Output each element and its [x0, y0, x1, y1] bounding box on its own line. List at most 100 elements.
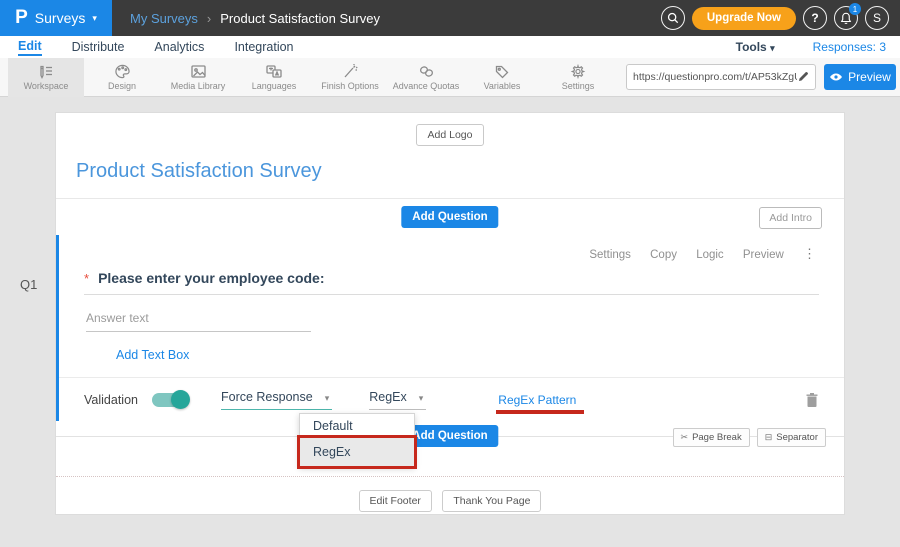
workspace-icon — [37, 64, 55, 79]
add-text-box-link[interactable]: Add Text Box — [116, 348, 844, 362]
question-copy-link[interactable]: Copy — [650, 249, 677, 261]
eye-icon — [829, 72, 843, 82]
validation-toggle[interactable] — [152, 393, 188, 407]
breadcrumb-current-survey: Product Satisfaction Survey — [220, 11, 380, 26]
validation-label: Validation — [84, 393, 138, 407]
survey-canvas: Add Logo Product Satisfaction Survey Add… — [0, 97, 900, 515]
page-break-icon: ✂ — [681, 432, 689, 443]
toolbar-label: Languages — [252, 81, 297, 91]
toolbar-item-design[interactable]: Design — [84, 58, 160, 97]
preview-button[interactable]: Preview — [824, 64, 896, 90]
validation-type-value: RegEx — [369, 390, 407, 404]
nav-right: Tools ▾ Responses: 3 — [736, 40, 886, 54]
search-button[interactable] — [661, 6, 685, 30]
question-text-underline — [84, 294, 819, 295]
account-avatar[interactable]: S — [865, 6, 889, 30]
breadcrumb: My Surveys › Product Satisfaction Survey — [130, 11, 380, 26]
survey-url-value: https://questionpro.com/t/AP53kZgUI — [633, 71, 797, 83]
notification-badge: 1 — [849, 3, 861, 15]
toolbar-label: Variables — [484, 81, 521, 91]
toolbar-item-workspace[interactable]: Workspace — [8, 58, 84, 97]
top-bar: P Surveys ▾ My Surveys › Product Satisfa… — [0, 0, 900, 36]
footer-row: Edit Footer Thank You Page — [56, 490, 844, 512]
question-logic-link[interactable]: Logic — [696, 249, 724, 261]
search-icon — [667, 12, 679, 24]
tools-dropdown[interactable]: Tools ▾ — [736, 40, 775, 54]
question-preview-link[interactable]: Preview — [743, 249, 784, 261]
separator-button[interactable]: ⊟ Separator — [757, 428, 826, 447]
answer-text-input[interactable]: Answer text — [86, 311, 311, 332]
question-number: Q1 — [20, 277, 37, 292]
questionpro-logo-icon: P — [15, 7, 28, 29]
add-question-row: Add Question ✂ Page Break ⊟ Separator — [56, 421, 844, 467]
intro-row: Add Question Add Intro — [56, 199, 844, 235]
menu-option-regex[interactable]: RegEx — [300, 438, 414, 466]
toolbar-item-advance-quotas[interactable]: Advance Quotas — [388, 58, 464, 97]
survey-title[interactable]: Product Satisfaction Survey — [76, 160, 844, 183]
force-response-dropdown[interactable]: Force Response ▾ — [221, 390, 332, 410]
question-text[interactable]: Please enter your employee code: — [98, 270, 324, 286]
validation-type-menu: Default RegEx — [299, 413, 415, 467]
responses-count-link[interactable]: Responses: 3 — [813, 40, 886, 54]
tools-label: Tools — [736, 40, 767, 54]
question-block-q1: Q1 Settings Copy Logic Preview ⋮ * Pleas… — [56, 235, 844, 421]
help-button[interactable]: ? — [803, 6, 827, 30]
design-palette-icon — [114, 64, 131, 79]
regex-pattern-link[interactable]: RegEx Pattern — [498, 393, 576, 407]
chevron-down-icon: ▾ — [770, 43, 775, 53]
question-actions: Settings Copy Logic Preview ⋮ — [59, 235, 844, 262]
toggle-knob — [171, 390, 190, 409]
page-break-button[interactable]: ✂ Page Break — [673, 428, 750, 447]
languages-translate-icon — [265, 64, 283, 79]
page-tools: ✂ Page Break ⊟ Separator — [673, 428, 826, 447]
validation-row: Validation Force Response ▾ RegEx ▾ RegE… — [59, 378, 844, 421]
separator-icon: ⊟ — [765, 432, 773, 443]
chain-links-icon — [418, 64, 435, 79]
toolbar-item-settings[interactable]: Settings — [540, 58, 616, 97]
kebab-menu-icon[interactable]: ⋮ — [803, 246, 816, 261]
topbar-actions: Upgrade Now ? 1 S — [661, 6, 900, 30]
page-break-label: Page Break — [692, 432, 742, 443]
edit-footer-button[interactable]: Edit Footer — [359, 490, 432, 512]
add-question-button-bottom[interactable]: Add Question — [401, 425, 498, 447]
editor-toolbar: Workspace Design Media Library Languages… — [0, 58, 900, 97]
toolbar-label: Settings — [562, 81, 595, 91]
question-settings-link[interactable]: Settings — [589, 249, 631, 261]
toolbar-label: Workspace — [24, 81, 69, 91]
chevron-down-icon: ▾ — [325, 393, 330, 404]
tab-integration[interactable]: Integration — [234, 40, 293, 54]
help-icon: ? — [811, 11, 818, 25]
gear-icon — [570, 64, 586, 79]
toolbar-item-languages[interactable]: Languages — [236, 58, 312, 97]
delete-question-button[interactable] — [805, 392, 819, 408]
add-intro-button[interactable]: Add Intro — [759, 207, 822, 229]
breadcrumb-separator: › — [207, 11, 211, 26]
breadcrumb-my-surveys[interactable]: My Surveys — [130, 11, 198, 26]
notifications-button[interactable]: 1 — [834, 6, 858, 30]
add-question-button-top[interactable]: Add Question — [401, 206, 498, 228]
toolbar-label: Finish Options — [321, 81, 379, 91]
secondary-nav: Edit Distribute Analytics Integration To… — [0, 36, 900, 58]
required-asterisk: * — [84, 271, 89, 286]
nav-tabs: Edit Distribute Analytics Integration — [18, 39, 294, 56]
toolbar-item-variables[interactable]: Variables — [464, 58, 540, 97]
force-response-value: Force Response — [221, 390, 313, 404]
product-menu[interactable]: P Surveys ▾ — [0, 0, 112, 36]
chevron-down-icon: ▾ — [92, 14, 97, 23]
menu-option-default[interactable]: Default — [300, 414, 414, 438]
chevron-down-icon: ▾ — [419, 393, 424, 404]
upgrade-now-button[interactable]: Upgrade Now — [692, 7, 796, 30]
tab-edit[interactable]: Edit — [18, 39, 42, 56]
thank-you-page-button[interactable]: Thank You Page — [442, 490, 541, 512]
toolbar-label: Advance Quotas — [393, 81, 460, 91]
toolbar-item-finish-options[interactable]: Finish Options — [312, 58, 388, 97]
edit-pencil-icon[interactable] — [797, 71, 809, 83]
preview-label: Preview — [848, 70, 891, 84]
validation-type-dropdown[interactable]: RegEx ▾ — [369, 390, 426, 410]
survey-url-field[interactable]: https://questionpro.com/t/AP53kZgUI — [626, 64, 816, 90]
add-logo-button[interactable]: Add Logo — [416, 124, 485, 146]
tab-distribute[interactable]: Distribute — [72, 40, 125, 54]
tab-analytics[interactable]: Analytics — [154, 40, 204, 54]
toolbar-item-media-library[interactable]: Media Library — [160, 58, 236, 97]
tag-icon — [494, 64, 510, 79]
